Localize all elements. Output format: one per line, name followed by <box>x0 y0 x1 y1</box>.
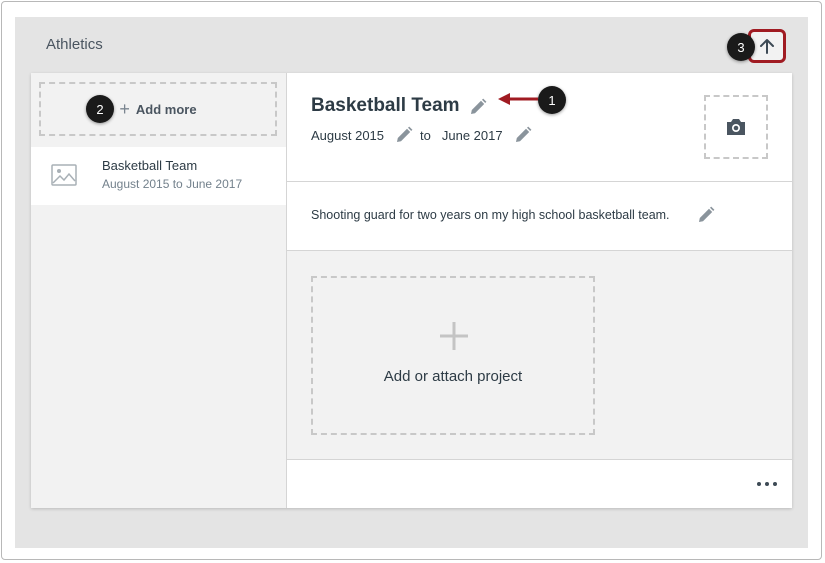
more-options-icon[interactable] <box>757 478 777 490</box>
detail-header: Basketball Team August 2015 to June 2017 <box>287 73 792 182</box>
entry-description: Shooting guard for two years on my high … <box>311 208 670 222</box>
start-date: August 2015 <box>311 127 385 143</box>
pencil-icon[interactable] <box>394 125 414 145</box>
camera-icon <box>727 119 745 135</box>
entry-title-heading: Basketball Team <box>311 95 460 116</box>
dot <box>773 482 777 486</box>
projects-area: Add or attach project <box>287 251 792 460</box>
section-card: + Add more Basketball Team August 2015 t… <box>31 73 792 508</box>
callout-badge: 2 <box>86 95 114 123</box>
callout-badge: 3 <box>727 33 755 61</box>
entry-dates: August 2015 to June 2017 <box>102 177 243 191</box>
dot <box>757 482 761 486</box>
add-project-button[interactable]: Add or attach project <box>311 276 595 435</box>
section-title: Athletics <box>46 36 103 53</box>
pencil-icon[interactable] <box>696 205 716 225</box>
date-range: August 2015 to June 2017 <box>311 125 533 145</box>
arrow-up-icon <box>760 39 774 54</box>
add-more-button[interactable]: + Add more <box>39 82 277 136</box>
callout-arrow <box>498 93 538 105</box>
plus-icon <box>440 322 468 350</box>
pencil-icon[interactable] <box>513 125 533 145</box>
to-label: to <box>420 127 431 143</box>
end-date: June 2017 <box>441 127 503 143</box>
image-placeholder-icon <box>51 164 77 186</box>
entry-title: Basketball Team <box>102 158 198 173</box>
callout-badge: 1 <box>538 86 566 114</box>
add-photo-button[interactable] <box>704 95 768 159</box>
add-project-label: Add or attach project <box>383 368 523 385</box>
entry-detail: Basketball Team August 2015 to June 2017 <box>287 73 792 508</box>
pencil-icon[interactable] <box>468 97 488 117</box>
description-row: Shooting guard for two years on my high … <box>287 182 792 251</box>
add-more-label: Add more <box>135 101 197 117</box>
entries-sidebar: + Add more Basketball Team August 2015 t… <box>31 73 287 508</box>
dot <box>765 482 769 486</box>
list-item[interactable]: Basketball Team August 2015 to June 2017 <box>31 147 286 205</box>
plus-icon: + <box>119 99 130 119</box>
